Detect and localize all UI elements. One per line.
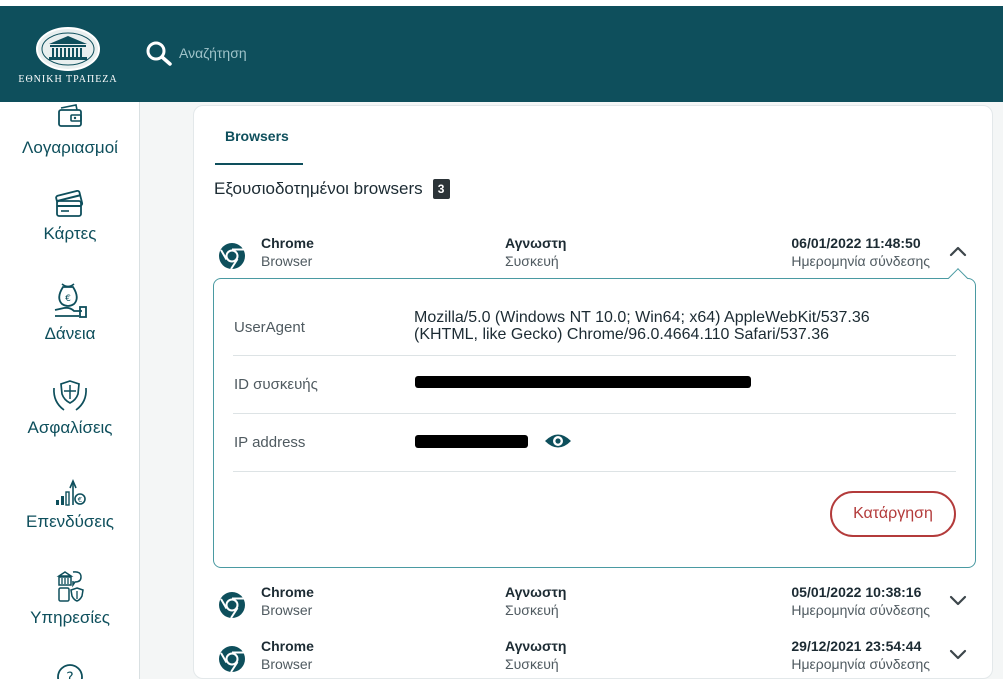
search-bar[interactable]: Αναζήτηση — [145, 40, 247, 66]
login-date: 06/01/2022 11:48:50 — [791, 235, 921, 251]
top-bar: ΕΘΝΙΚΗ ΤΡΑΠΕΖΑ Αναζήτηση — [0, 0, 1003, 102]
device-info: Αγνωστη Συσκευή — [505, 637, 566, 673]
chevron-down-icon[interactable] — [948, 593, 968, 607]
device-label: Συσκευή — [505, 656, 559, 672]
login-date-label: Ημερομηνία σύνδεσης — [791, 602, 930, 618]
browser-details-panel: UserAgent Mozilla/5.0 (Windows NT 10.0; … — [213, 268, 976, 568]
sidebar-item-investments[interactable]: € Επενδύσεις — [0, 478, 139, 532]
sidebar-item-help[interactable]: ? — [0, 662, 139, 679]
search-icon — [146, 41, 172, 66]
login-date-info: 06/01/2022 11:48:50 Ημερομηνία σύνδεσης — [791, 234, 930, 270]
useragent-line-2: (KHTML, like Gecko) Chrome/96.0.4664.110… — [414, 326, 830, 343]
wallet-icon — [58, 104, 82, 127]
browser-type: Browser — [261, 253, 313, 269]
investment-chart-icon: € — [56, 478, 86, 506]
services-icon — [56, 571, 84, 602]
ip-label: IP address — [234, 434, 306, 451]
device-id-label: ID συσκευής — [234, 376, 318, 393]
section-title-text: Εξουσιοδοτημένοι browsers — [214, 179, 423, 198]
login-date-info: 05/01/2022 10:38:16 Ημερομηνία σύνδεσης — [791, 583, 930, 619]
top-border — [0, 0, 1003, 6]
useragent-value: Mozilla/5.0 (Windows NT 10.0; Win64; x64… — [414, 309, 870, 343]
useragent-label: UserAgent — [234, 319, 305, 336]
device-name: Αγνωστη — [505, 584, 567, 600]
detail-row-useragent: UserAgent Mozilla/5.0 (Windows NT 10.0; … — [233, 279, 956, 356]
browser-name: Chrome — [261, 235, 314, 251]
loan-hand-icon: € — [54, 283, 87, 318]
browser-row[interactable]: Chrome Browser Αγνωστη Συσκευή 05/01/202… — [214, 583, 976, 623]
browser-info: Chrome Browser — [261, 234, 314, 270]
browser-info: Chrome Browser — [261, 583, 314, 619]
browser-row[interactable]: Chrome Browser Αγνωστη Συσκευή 06/01/202… — [214, 234, 976, 274]
sidebar: Λογαριασμοί Κάρτες € Δάνεια Ασφαλίσεις €… — [0, 102, 140, 679]
chevron-down-icon[interactable] — [948, 647, 968, 661]
device-name: Αγνωστη — [505, 235, 567, 251]
useragent-line-1: Mozilla/5.0 (Windows NT 10.0; Win64; x64… — [414, 309, 870, 326]
logo-text: ΕΘΝΙΚΗ ΤΡΑΠΕΖΑ — [18, 74, 118, 85]
browser-name: Chrome — [261, 584, 314, 600]
device-id-redacted — [415, 376, 751, 388]
browser-type: Browser — [261, 656, 313, 672]
count-badge: 3 — [432, 179, 450, 199]
bank-logo[interactable]: ΕΘΝΙΚΗ ΤΡΑΠΕΖΑ — [10, 20, 126, 92]
chrome-icon — [219, 646, 245, 673]
device-label: Συσκευή — [505, 602, 559, 618]
chevron-up-icon[interactable] — [948, 244, 968, 258]
chrome-icon — [219, 243, 245, 270]
sidebar-item-accounts[interactable]: Λογαριασμοί — [0, 104, 139, 158]
browsers-card: Browsers Εξουσιοδοτημένοι browsers 3 Chr… — [193, 105, 993, 679]
login-date-label: Ημερομηνία σύνδεσης — [791, 656, 930, 672]
sidebar-item-loans[interactable]: € Δάνεια — [0, 280, 139, 344]
remove-button[interactable]: Κατάργηση — [830, 491, 956, 537]
sidebar-label-accounts: Λογαριασμοί — [22, 138, 118, 157]
login-date: 05/01/2022 10:38:16 — [791, 584, 922, 600]
login-date-info: 29/12/2021 23:54:44 Ημερομηνία σύνδεσης — [791, 637, 930, 673]
device-info: Αγνωστη Συσκευή — [505, 583, 566, 619]
cards-icon — [55, 189, 84, 217]
svg-text:€: € — [78, 496, 82, 504]
sidebar-label-cards: Κάρτες — [43, 224, 97, 243]
sidebar-label-insurance: Ασφαλίσεις — [27, 418, 113, 437]
device-info: Αγνωστη Συσκευή — [505, 234, 566, 270]
login-date: 29/12/2021 23:54:44 — [791, 638, 922, 654]
sidebar-item-cards[interactable]: Κάρτες — [0, 188, 139, 244]
tab-browsers[interactable]: Browsers — [225, 128, 289, 144]
tab-active-indicator — [215, 163, 303, 165]
login-date-label: Ημερομηνία σύνδεσης — [791, 253, 930, 269]
detail-row-ip: IP address — [233, 414, 956, 472]
sidebar-item-services[interactable]: Υπηρεσίες — [0, 568, 139, 628]
svg-text:€: € — [65, 294, 71, 304]
bank-building-icon — [36, 27, 100, 71]
browser-info: Chrome Browser — [261, 637, 314, 673]
section-title: Εξουσιοδοτημένοι browsers 3 — [214, 179, 450, 199]
sidebar-label-investments: Επενδύσεις — [26, 512, 114, 531]
search-placeholder[interactable]: Αναζήτηση — [179, 45, 247, 61]
browser-name: Chrome — [261, 638, 314, 654]
help-icon: ? — [57, 664, 83, 679]
browser-row[interactable]: Chrome Browser Αγνωστη Συσκευή 29/12/202… — [214, 637, 976, 677]
sidebar-label-loans: Δάνεια — [44, 324, 96, 343]
sidebar-label-services: Υπηρεσίες — [30, 608, 110, 627]
device-name: Αγνωστη — [505, 638, 567, 654]
svg-text:?: ? — [66, 670, 73, 679]
eye-icon[interactable] — [544, 431, 572, 451]
chrome-icon — [219, 592, 245, 619]
shield-hands-icon — [53, 380, 87, 411]
device-label: Συσκευή — [505, 253, 559, 269]
ip-redacted — [415, 435, 528, 448]
browser-type: Browser — [261, 602, 313, 618]
sidebar-item-insurance[interactable]: Ασφαλίσεις — [0, 378, 139, 438]
detail-row-device-id: ID συσκευής — [233, 356, 956, 414]
